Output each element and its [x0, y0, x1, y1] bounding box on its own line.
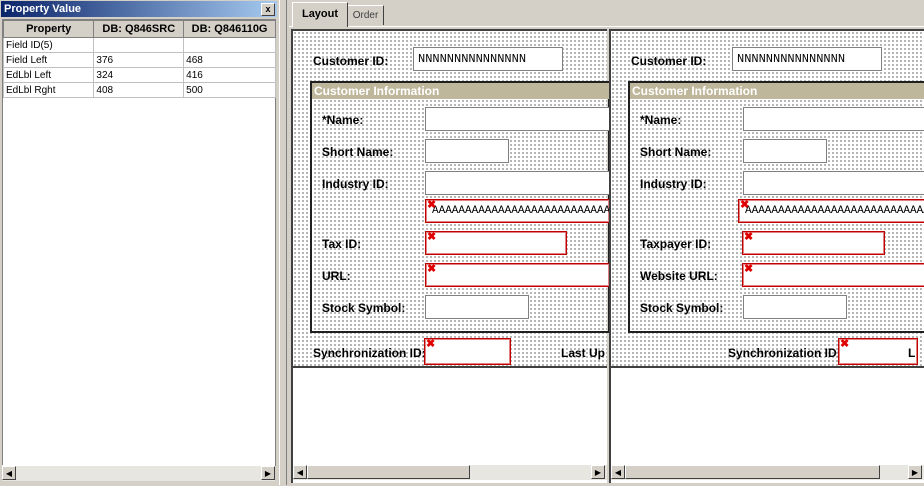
customer-id-field[interactable]: NNNNNNNNNNNNNNN — [732, 47, 882, 71]
table-row[interactable]: Field ID(5) — [2, 37, 276, 53]
sync-id-label: Synchronization ID: — [728, 346, 841, 360]
industry-id-label: Industry ID: — [640, 177, 707, 191]
property-panel: Property Value x Property DB: Q846SRC DB… — [0, 0, 279, 485]
error-x-icon: ✖ — [427, 263, 437, 275]
industry-id-label: Industry ID: — [322, 177, 389, 191]
scroll-left-arrow-icon[interactable]: ◀ — [611, 465, 625, 479]
table-cell[interactable]: 408 — [93, 82, 185, 98]
property-grid: Property DB: Q846SRC DB: Q846110G Field … — [2, 19, 276, 466]
scroll-right-arrow-icon[interactable]: ▶ — [908, 465, 922, 479]
property-hscrollbar[interactable]: ◀ ▶ — [2, 465, 275, 481]
table-row[interactable]: EdLbl Left 324 416 — [2, 67, 276, 83]
stock-symbol-field[interactable] — [425, 295, 529, 319]
error-x-icon: ✖ — [744, 231, 754, 243]
short-name-field[interactable] — [743, 139, 827, 163]
url-field[interactable] — [425, 263, 610, 287]
error-x-icon: ✖ — [427, 231, 437, 243]
customer-id-label: Customer ID: — [313, 54, 389, 68]
tab-order[interactable]: Order — [347, 5, 384, 25]
column-header-db2[interactable]: DB: Q846110G — [183, 20, 276, 38]
layout-pane-left: Customer ID: NNNNNNNNNNNNNNN Customer In… — [291, 29, 610, 483]
property-table-header: Property DB: Q846SRC DB: Q846110G — [2, 20, 276, 38]
table-cell[interactable]: Field ID(5) — [2, 37, 95, 53]
scrollbar-thumb[interactable] — [307, 465, 470, 479]
industry-id-field[interactable] — [743, 171, 924, 195]
stock-symbol-label: Stock Symbol: — [640, 301, 724, 315]
last-updated-label: L — [908, 346, 916, 360]
name-field[interactable] — [425, 107, 610, 131]
short-name-field[interactable] — [425, 139, 509, 163]
table-cell[interactable]: 324 — [93, 67, 185, 83]
error-x-icon: ✖ — [744, 263, 754, 275]
short-name-label: Short Name: — [322, 145, 394, 159]
scroll-right-arrow-icon[interactable]: ▶ — [591, 465, 605, 479]
customer-id-label: Customer ID: — [631, 54, 707, 68]
taxpayer-id-field[interactable] — [742, 231, 885, 255]
tab-layout[interactable]: Layout — [292, 2, 348, 27]
scrollbar-thumb[interactable] — [625, 465, 880, 479]
name-field[interactable] — [743, 107, 924, 131]
table-cell[interactable]: EdLbl Left — [2, 67, 95, 83]
scroll-right-arrow-icon[interactable]: ▶ — [261, 466, 275, 480]
website-url-field[interactable] — [742, 263, 924, 287]
property-panel-titlebar: Property Value x — [1, 1, 277, 17]
table-row[interactable]: EdLbl Rght 408 500 — [2, 82, 276, 98]
industry-description-field[interactable]: AAAAAAAAAAAAAAAAAAAAAAAAAAAAAAAA — [738, 199, 924, 223]
property-panel-title: Property Value — [4, 3, 82, 15]
column-header-property[interactable]: Property — [2, 20, 95, 38]
table-cell[interactable]: Field Left — [2, 52, 95, 68]
url-label: URL: — [322, 269, 351, 283]
error-x-icon: ✖ — [427, 199, 437, 211]
stock-symbol-field[interactable] — [743, 295, 847, 319]
table-row[interactable]: Field Left 376 468 — [2, 52, 276, 68]
pane-hscrollbar[interactable]: ◀ ▶ — [293, 464, 607, 480]
error-x-icon: ✖ — [740, 199, 750, 211]
layout-pane-right: Customer ID: NNNNNNNNNNNNNNN Customer In… — [609, 29, 924, 483]
industry-description-field[interactable]: AAAAAAAAAAAAAAAAAAAAAAAAAAAAAAAA — [425, 199, 610, 223]
table-cell[interactable]: 468 — [183, 52, 276, 68]
stock-symbol-label: Stock Symbol: — [322, 301, 406, 315]
column-header-db1[interactable]: DB: Q846SRC — [93, 20, 185, 38]
pane-hscrollbar[interactable]: ◀ ▶ — [611, 464, 924, 480]
table-cell[interactable]: 376 — [93, 52, 185, 68]
short-name-label: Short Name: — [640, 145, 712, 159]
last-updated-label: Last Up — [561, 346, 606, 360]
scroll-left-arrow-icon[interactable]: ◀ — [2, 466, 16, 480]
table-cell[interactable] — [93, 37, 185, 53]
table-cell[interactable]: 416 — [183, 67, 276, 83]
table-cell[interactable]: EdLbl Rght — [2, 82, 95, 98]
close-icon[interactable]: x — [261, 3, 275, 16]
name-label: *Name: — [640, 113, 682, 127]
tax-id-label: Tax ID: — [322, 237, 362, 251]
table-cell[interactable]: 500 — [183, 82, 276, 98]
tax-id-field[interactable] — [425, 231, 567, 255]
form-design-surface: Customer ID: NNNNNNNNNNNNNNN Customer In… — [611, 31, 924, 368]
group-title: Customer Information — [630, 83, 924, 99]
table-cell[interactable] — [183, 37, 276, 53]
sync-id-label: Synchronization ID: — [313, 346, 426, 360]
group-title: Customer Information — [312, 83, 610, 99]
taxpayer-id-label: Taxpayer ID: — [640, 237, 712, 251]
error-x-icon: ✖ — [840, 338, 850, 350]
scroll-left-arrow-icon[interactable]: ◀ — [293, 465, 307, 479]
sync-id-field[interactable] — [838, 338, 918, 365]
industry-id-field[interactable] — [425, 171, 610, 195]
website-url-label: Website URL: — [640, 269, 718, 283]
customer-id-field[interactable]: NNNNNNNNNNNNNNN — [413, 47, 563, 71]
panel-splitter[interactable] — [279, 0, 287, 485]
property-table: Property DB: Q846SRC DB: Q846110G Field … — [2, 20, 276, 98]
error-x-icon: ✖ — [426, 338, 436, 350]
name-label: *Name: — [322, 113, 364, 127]
sync-id-field[interactable] — [424, 338, 511, 365]
form-design-surface: Customer ID: NNNNNNNNNNNNNNN Customer In… — [293, 31, 610, 368]
